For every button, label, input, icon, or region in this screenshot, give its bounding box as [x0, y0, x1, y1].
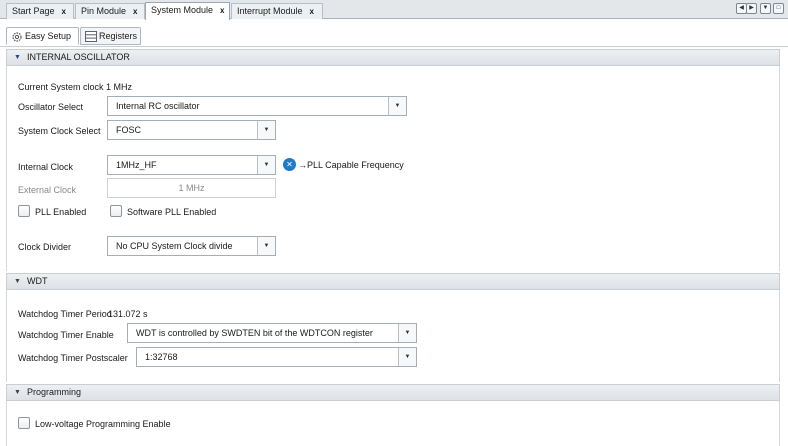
tab-label: Registers	[99, 31, 138, 41]
section-title: WDT	[27, 276, 48, 286]
current-system-clock-value: 1 MHz	[106, 82, 133, 92]
combo-value: FOSC	[116, 125, 142, 135]
software-pll-checkbox[interactable]	[110, 205, 122, 217]
wdt-period-label: Watchdog Timer Period	[18, 309, 112, 319]
tab-easy-setup[interactable]: Easy Setup	[6, 27, 79, 45]
combo-value: 1:32768	[145, 352, 178, 362]
collapse-triangle-icon[interactable]: ▼	[14, 50, 21, 65]
combo-value: 1MHz_HF	[116, 160, 157, 170]
current-system-clock-label: Current System clock 1 MHz	[18, 82, 133, 92]
chevron-down-icon[interactable]: ▼	[257, 121, 275, 139]
tab-label: Start Page	[12, 6, 55, 16]
maximize-icon[interactable]: □	[773, 3, 784, 14]
system-clock-select-combo[interactable]: FOSC ▼	[107, 120, 276, 140]
tab-system-module[interactable]: System Module x	[145, 2, 230, 20]
tab-start-page[interactable]: Start Page x	[6, 3, 74, 19]
pll-info-icon[interactable]: ✕	[283, 158, 296, 171]
internal-clock-combo[interactable]: 1MHz_HF ▼	[107, 155, 276, 175]
wdt-postscaler-combo[interactable]: 1:32768 ▼	[136, 347, 417, 367]
clock-divider-combo[interactable]: No CPU System Clock divide ▼	[107, 236, 276, 256]
chevron-down-icon[interactable]: ▼	[257, 156, 275, 174]
combo-value: No CPU System Clock divide	[116, 241, 233, 251]
chevron-down-icon[interactable]: ▼	[257, 237, 275, 255]
collapse-triangle-icon[interactable]: ▼	[14, 385, 21, 400]
table-icon	[85, 31, 97, 42]
tab-pin-module[interactable]: Pin Module x	[75, 3, 145, 19]
section-title: INTERNAL OSCILLATOR	[27, 52, 130, 62]
chevron-down-icon[interactable]: ▼	[398, 324, 416, 342]
wdt-period-value: 131.072 s	[108, 309, 148, 319]
chevron-down-icon[interactable]: ▼	[398, 348, 416, 366]
software-pll-label: Software PLL Enabled	[127, 207, 217, 217]
internal-clock-label: Internal Clock	[18, 162, 74, 172]
close-icon[interactable]: x	[220, 6, 224, 15]
wdt-enable-combo[interactable]: WDT is controlled by SWDTEN bit of the W…	[127, 323, 417, 343]
low-voltage-programming-checkbox[interactable]	[18, 417, 30, 429]
tab-registers[interactable]: Registers	[80, 27, 141, 45]
system-clock-select-label: System Clock Select	[18, 126, 101, 136]
collapse-triangle-icon[interactable]: ▼	[14, 274, 21, 289]
section-header-internal-oscillator[interactable]: ▼ INTERNAL OSCILLATOR	[6, 49, 780, 66]
section-header-programming[interactable]: ▼ Programming	[6, 384, 780, 401]
chevron-down-icon[interactable]: ▼	[388, 97, 406, 115]
pll-enabled-checkbox[interactable]	[18, 205, 30, 217]
tab-label: System Module	[151, 5, 214, 15]
clock-divider-label: Clock Divider	[18, 242, 72, 252]
section-title: Programming	[27, 387, 82, 397]
external-clock-label: External Clock	[18, 185, 77, 195]
tab-label: Interrupt Module	[237, 6, 303, 16]
scroll-right-icon[interactable]: ▶	[746, 3, 757, 14]
close-icon[interactable]: x	[133, 7, 137, 16]
tab-interrupt-module[interactable]: Interrupt Module x	[231, 3, 323, 19]
pll-capable-note: →PLL Capable Frequency	[298, 160, 404, 170]
tab-label: Easy Setup	[25, 31, 72, 41]
oscillator-select-label: Oscillator Select	[18, 102, 84, 112]
section-header-wdt[interactable]: ▼ WDT	[6, 273, 780, 290]
wdt-enable-label: Watchdog Timer Enable	[18, 330, 114, 340]
tab-label: Pin Module	[81, 6, 127, 16]
combo-value: Internal RC oscillator	[116, 101, 200, 111]
close-icon[interactable]: x	[62, 7, 66, 16]
close-icon[interactable]: x	[310, 7, 314, 16]
low-voltage-programming-label: Low-voltage Programming Enable	[35, 419, 171, 429]
external-clock-field[interactable]: 1 MHz	[107, 178, 276, 198]
tab-list-icon[interactable]: ▼	[760, 3, 771, 14]
oscillator-select-combo[interactable]: Internal RC oscillator ▼	[107, 96, 407, 116]
combo-value: WDT is controlled by SWDTEN bit of the W…	[136, 328, 373, 338]
pll-enabled-label: PLL Enabled	[35, 207, 87, 217]
gear-icon	[12, 32, 22, 42]
wdt-postscaler-label: Watchdog Timer Postscaler	[18, 353, 128, 363]
